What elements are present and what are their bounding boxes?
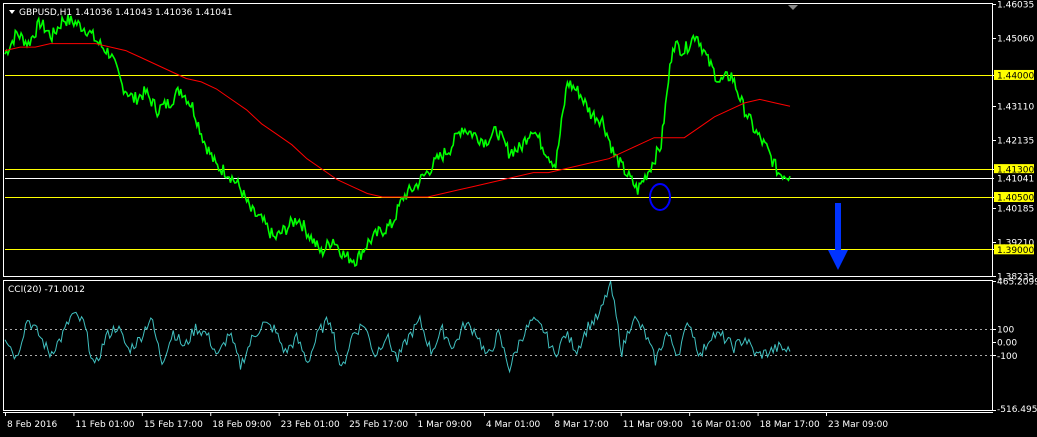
x-tick-label: 11 Mar 09:00: [623, 420, 683, 430]
y-tick-label: 1.41041: [997, 175, 1034, 185]
y-tick-label: 1.40185: [997, 205, 1034, 215]
moving-average-line: [4, 43, 791, 198]
price-line: [4, 14, 791, 268]
x-tick-label: 4 Mar 01:00: [486, 420, 541, 430]
chart-shift-marker-icon[interactable]: [788, 5, 798, 10]
cci-tick-label: -100: [997, 352, 1018, 362]
x-tick-label: 8 Feb 2016: [7, 420, 58, 430]
indicator-info-label: CCI(20) -71.0012: [8, 285, 85, 295]
x-tick-label: 15 Feb 17:00: [144, 420, 203, 430]
y-tick-label: 1.42135: [997, 137, 1034, 147]
cci-tick-label: 0.00: [997, 339, 1017, 349]
y-tick-label: 1.39000: [997, 246, 1034, 256]
y-tick-label: 1.45060: [997, 35, 1034, 45]
x-tick-label: 23 Feb 01:00: [281, 420, 340, 430]
y-tick-label: 1.40500: [997, 194, 1034, 204]
x-tick-label: 18 Mar 17:00: [760, 420, 820, 430]
y-tick-label: 1.46035: [997, 1, 1034, 11]
down-arrow-icon: [828, 203, 848, 270]
cci-tick-label: 100: [997, 325, 1014, 335]
x-tick-label: 25 Feb 17:00: [349, 420, 408, 430]
x-tick-label: 23 Mar 09:00: [828, 420, 888, 430]
cci-tick-label: 465.2099: [997, 278, 1037, 288]
cci-line: [4, 280, 791, 374]
x-tick-label: 11 Feb 01:00: [75, 420, 134, 430]
x-tick-label: 8 Mar 17:00: [554, 420, 609, 430]
cci-tick-label: -516.4956: [997, 405, 1037, 415]
symbol-info-label: GBPUSD,H1 1.41036 1.41043 1.41036 1.4104…: [19, 8, 232, 18]
indicator-panel-frame: [3, 280, 993, 411]
y-tick-label: 1.44000: [997, 71, 1034, 81]
x-tick-label: 18 Feb 09:00: [212, 420, 271, 430]
chart-menu-triangle-icon[interactable]: [9, 10, 15, 14]
y-tick-label: 1.43110: [997, 103, 1034, 113]
x-tick-label: 1 Mar 09:00: [418, 420, 473, 430]
chart-canvas: 1.460351.450601.440001.431101.421351.413…: [3, 1, 1037, 430]
x-tick-label: 16 Mar 01:00: [691, 420, 751, 430]
